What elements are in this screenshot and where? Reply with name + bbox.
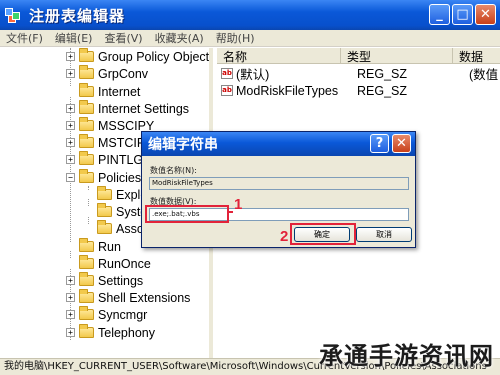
list-row[interactable]: ab (默认) REG_SZ (数值 <box>221 65 498 82</box>
tree-item[interactable]: + Syncmgr <box>66 306 147 323</box>
expander-icon <box>66 87 75 96</box>
value-type: REG_SZ <box>357 66 408 81</box>
folder-icon <box>79 134 94 148</box>
folder-icon <box>79 151 94 165</box>
tree-item[interactable]: + Telephony <box>66 324 155 341</box>
folder-icon <box>97 186 112 200</box>
folder-icon <box>79 306 94 320</box>
annotation-number-1: 1 <box>234 196 243 213</box>
folder-icon <box>79 117 94 131</box>
folder-icon <box>79 83 94 97</box>
expander-icon[interactable]: + <box>66 121 75 130</box>
tree-item[interactable]: + PINTLGN <box>66 151 152 168</box>
value-type: REG_SZ <box>357 83 408 98</box>
tree-item-label: Internet <box>98 84 141 99</box>
string-value-icon: ab <box>221 85 233 96</box>
column-type-header[interactable]: 类型 <box>341 48 453 64</box>
tree-item-label: Internet Settings <box>98 101 190 116</box>
highlight-data-field <box>145 205 229 223</box>
value-name-label: 数值名称(N): <box>150 166 197 175</box>
tree-item-label: Shell Extensions <box>98 290 191 305</box>
minimize-button[interactable]: _ <box>429 4 450 25</box>
tree-item[interactable]: + Internet Settings <box>66 100 189 117</box>
list-row[interactable]: ab ModRiskFileTypes REG_SZ <box>221 82 469 99</box>
expander-icon <box>84 207 93 216</box>
expander-icon[interactable]: + <box>66 52 75 61</box>
menu-view[interactable]: 查看(V) <box>98 30 148 46</box>
expander-icon <box>84 224 93 233</box>
folder-icon <box>79 272 94 286</box>
menu-favorites[interactable]: 收藏夹(A) <box>149 30 210 46</box>
expander-icon <box>84 190 93 199</box>
tree-item[interactable]: Syste <box>84 203 147 220</box>
folder-icon <box>79 65 94 79</box>
column-name-header[interactable]: 名称 <box>217 48 341 64</box>
expander-icon[interactable]: − <box>66 173 75 182</box>
value-data: (数值 <box>469 68 499 82</box>
menu-help[interactable]: 帮助(H) <box>210 30 261 46</box>
annotation-number-2: 2 <box>280 228 289 245</box>
maximize-button[interactable]: □ <box>452 4 473 25</box>
expander-icon[interactable]: + <box>66 328 75 337</box>
tree-item-label: Settings <box>98 273 144 288</box>
expander-icon[interactable]: + <box>66 104 75 113</box>
edit-string-dialog: 编辑字符串 ? ✕ 数值名称(N): ModRiskFileTypes 数值数据… <box>141 131 416 248</box>
folder-icon <box>79 255 94 269</box>
tree-item-label: Group Policy Object <box>98 49 210 64</box>
registry-app-icon <box>5 6 23 24</box>
tree-item[interactable]: Run <box>66 238 121 255</box>
tree-item[interactable]: RunOnce <box>66 255 151 272</box>
close-button[interactable]: ✕ <box>475 4 496 25</box>
value-name: ModRiskFileTypes <box>236 83 339 98</box>
tree-item[interactable]: Explo <box>84 186 147 203</box>
menu-file[interactable]: 文件(F) <box>0 30 49 46</box>
expander-icon[interactable]: + <box>66 310 75 319</box>
tree-item-label: Run <box>98 239 121 254</box>
folder-icon <box>79 169 94 183</box>
expander-icon[interactable]: + <box>66 138 75 147</box>
expander-icon <box>66 242 75 251</box>
folder-icon <box>79 100 94 114</box>
annotation-line <box>229 211 233 213</box>
folder-icon <box>79 48 94 62</box>
expander-icon[interactable]: + <box>66 155 75 164</box>
dialog-title: 编辑字符串 <box>148 137 218 153</box>
window-title: 注册表编辑器 <box>29 6 126 25</box>
folder-icon <box>79 289 94 303</box>
tree-item[interactable]: + GrpConv <box>66 65 148 82</box>
expander-icon <box>66 259 75 268</box>
tree-item-label: GrpConv <box>98 66 149 81</box>
folder-icon <box>97 220 112 234</box>
tree-item-label: Telephony <box>98 325 155 340</box>
list-header: 名称 类型 数据 <box>217 48 500 64</box>
menu-bar: 文件(F) 编辑(E) 查看(V) 收藏夹(A) 帮助(H) <box>0 30 500 47</box>
tree-item[interactable]: + Settings <box>66 272 143 289</box>
folder-icon <box>79 238 94 252</box>
tree-item-label: RunOnce <box>98 256 151 271</box>
watermark: 承通手游资讯网 <box>319 342 494 370</box>
expander-icon[interactable]: + <box>66 69 75 78</box>
value-name: (默认) <box>236 68 270 82</box>
dialog-close-button[interactable]: ✕ <box>392 134 411 153</box>
menu-edit[interactable]: 编辑(E) <box>49 30 99 46</box>
tree-item[interactable]: + Group Policy Object <box>66 48 209 65</box>
help-button[interactable]: ? <box>370 134 389 153</box>
tree-item-label: Syncmgr <box>98 307 148 322</box>
expander-icon[interactable]: + <box>66 293 75 302</box>
string-value-icon: ab <box>221 68 233 79</box>
window-titlebar[interactable]: 注册表编辑器 _ □ ✕ <box>0 0 500 30</box>
folder-icon <box>97 203 112 217</box>
tree-item-label: Policies <box>98 170 142 185</box>
folder-icon <box>79 324 94 338</box>
tree-item[interactable]: Internet <box>66 83 140 100</box>
value-name-field: ModRiskFileTypes <box>149 177 409 190</box>
tree-item[interactable]: − Policies <box>66 169 141 186</box>
expander-icon[interactable]: + <box>66 276 75 285</box>
column-data-header[interactable]: 数据 <box>453 48 500 64</box>
cancel-button[interactable]: 取消 <box>356 227 412 242</box>
tree-item[interactable]: + Shell Extensions <box>66 289 190 306</box>
highlight-ok-button <box>290 223 356 245</box>
